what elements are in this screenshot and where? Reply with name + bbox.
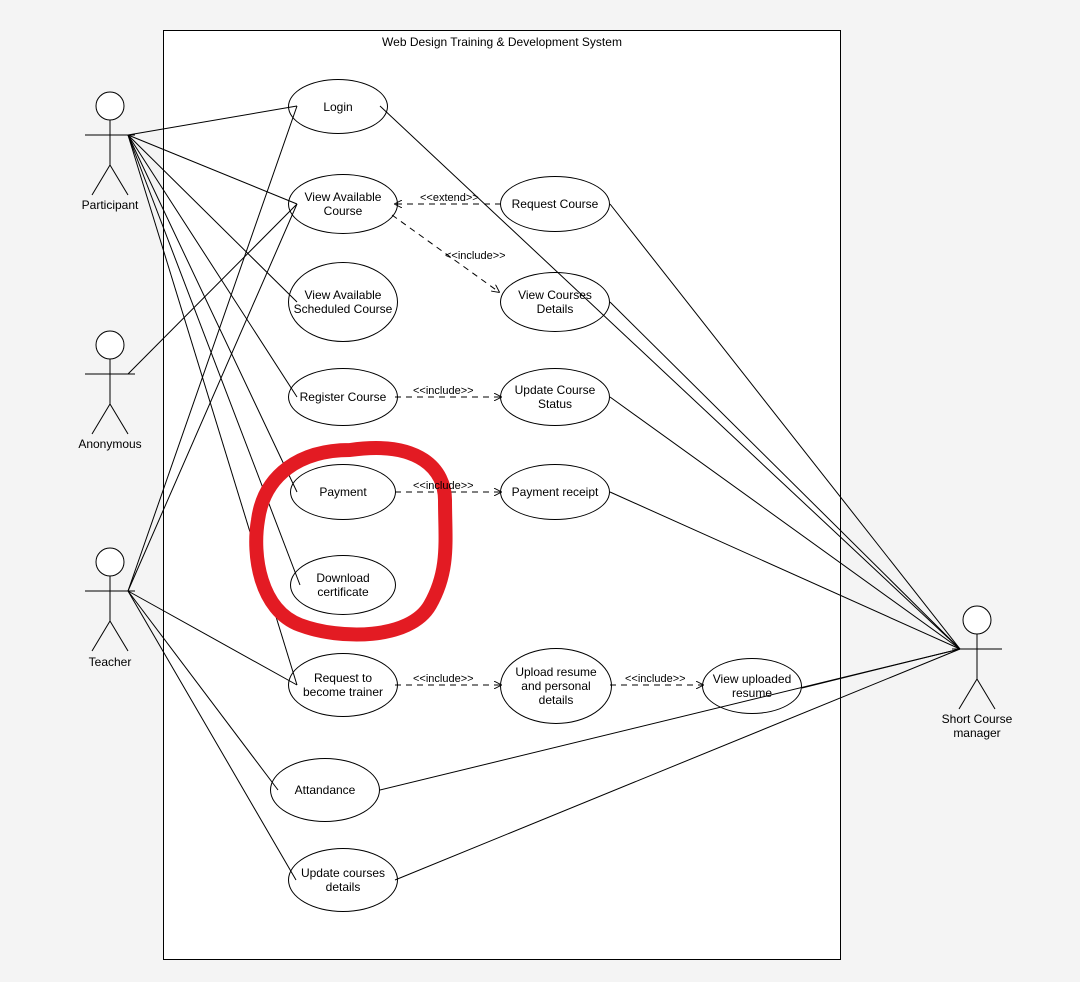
rel-include-3: <<include>> (413, 480, 474, 492)
usecase-view-details: View Courses Details (500, 272, 610, 332)
usecase-upload-resume: Upload resume and personal details (500, 648, 612, 724)
usecase-download-certificate: Download certificate (290, 555, 396, 615)
rel-include-1: <<include>> (445, 250, 506, 262)
actor-manager-figure (952, 606, 1002, 709)
actor-participant-label: Participant (50, 198, 170, 212)
usecase-payment: Payment (290, 464, 396, 520)
usecase-update-courses: Update courses details (288, 848, 398, 912)
usecase-register: Register Course (288, 368, 398, 426)
system-title: Web Design Training & Development System (164, 35, 840, 49)
actor-anonymous-label: Anonymous (50, 437, 170, 451)
usecase-attendance: Attandance (270, 758, 380, 822)
rel-include-5: <<include>> (625, 673, 686, 685)
usecase-update-status: Update Course Status (500, 368, 610, 426)
actor-teacher-label: Teacher (50, 655, 170, 669)
usecase-payment-receipt: Payment receipt (500, 464, 610, 520)
usecase-view-uploaded: View uploaded resume (702, 658, 802, 714)
usecase-view-available: View Available Course (288, 174, 398, 234)
usecase-request-trainer: Request to become trainer (288, 653, 398, 717)
usecase-view-scheduled: View Available Scheduled Course (288, 262, 398, 342)
usecase-request-course: Request Course (500, 176, 610, 232)
rel-extend: <<extend>> (420, 192, 479, 204)
actor-teacher-figure (85, 548, 135, 651)
rel-include-4: <<include>> (413, 673, 474, 685)
rel-include-2: <<include>> (413, 385, 474, 397)
actor-anonymous-figure (85, 331, 135, 434)
actor-manager-label: Short Course manager (917, 712, 1037, 740)
actor-participant-figure (85, 92, 135, 195)
usecase-login: Login (288, 79, 388, 134)
